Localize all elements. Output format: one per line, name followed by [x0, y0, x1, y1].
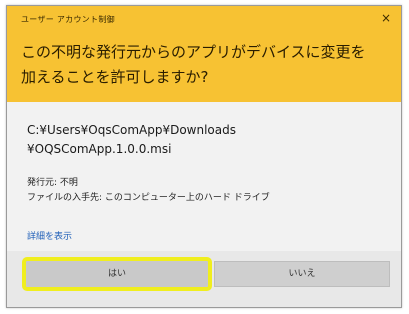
close-icon[interactable]: ×	[379, 11, 393, 25]
file-path-line-1: C:¥Users¥OqsComApp¥Downloads	[27, 123, 236, 137]
dialog-question: この不明な発行元からのアプリがデバイスに変更を 加えることを許可しますか?	[21, 40, 381, 90]
yes-button[interactable]: はい	[22, 257, 212, 291]
dialog-header: ユーザー アカウント制御 × この不明な発行元からのアプリがデバイスに変更を 加…	[7, 6, 401, 102]
file-origin-text: ファイルの入手先: このコンピューター上のハード ドライブ	[27, 193, 270, 203]
no-button[interactable]: いいえ	[214, 261, 390, 287]
question-line-1: この不明な発行元からのアプリがデバイスに変更を	[21, 43, 366, 61]
file-path-line-2: ¥OQSComApp.1.0.0.msi	[27, 142, 172, 156]
file-path: C:¥Users¥OqsComApp¥Downloads ¥OQSComApp.…	[27, 121, 377, 159]
show-details-link[interactable]: 詳細を表示	[27, 229, 72, 242]
publisher-text: 発行元: 不明	[27, 178, 78, 188]
dialog-caption: ユーザー アカウント制御	[21, 15, 115, 24]
question-line-2: 加えることを許可しますか?	[21, 68, 209, 86]
file-info: 発行元: 不明 ファイルの入手先: このコンピューター上のハード ドライブ	[27, 176, 377, 206]
